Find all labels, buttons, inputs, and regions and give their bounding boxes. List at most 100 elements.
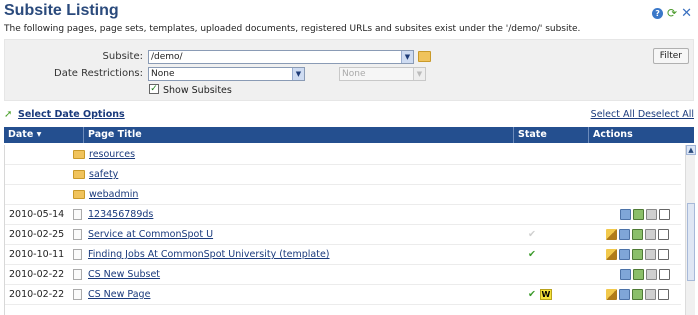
edit-pencil-icon[interactable]: [606, 229, 617, 240]
properties-icon[interactable]: [619, 289, 630, 300]
row-title-link[interactable]: CS New Subset: [88, 269, 160, 280]
properties-icon[interactable]: [619, 249, 630, 260]
date-restrictions-select[interactable]: None ▼: [148, 67, 305, 81]
table-row: 2010-02-25 Service at CommonSpot U ✔: [5, 225, 681, 245]
column-state[interactable]: State: [514, 127, 589, 143]
print-icon[interactable]: [645, 289, 656, 300]
properties-icon[interactable]: [620, 209, 631, 220]
title-cell: Finding Jobs At CommonSpot University (t…: [73, 245, 330, 265]
state-cell: ✔ W: [528, 285, 552, 305]
title-cell: safety: [73, 165, 118, 185]
help-icon[interactable]: ?: [652, 8, 664, 19]
table-row: 2010-02-22 CS New Page ✔ W: [5, 285, 681, 305]
close-icon[interactable]: ✕: [681, 7, 692, 20]
filter-button[interactable]: Filter: [652, 48, 689, 64]
filter-panel: Subsite: /demo/ ▼ Date Restrictions: Non…: [4, 39, 694, 101]
date-cell: 2010-02-22: [9, 289, 65, 300]
show-subsites-checkbox[interactable]: ✓: [149, 84, 159, 94]
subsite-select-value: /demo/: [151, 52, 183, 62]
row-select-checkbox[interactable]: [658, 289, 669, 300]
row-select-checkbox[interactable]: [659, 269, 670, 280]
row-title-link[interactable]: 123456789ds: [88, 209, 153, 220]
grid-header: Date ▾ Page Title State Actions: [4, 127, 694, 143]
date-secondary-value: None: [342, 69, 366, 79]
table-row: webadmin: [5, 185, 681, 205]
scroll-thumb[interactable]: [687, 203, 695, 281]
row-actions: [606, 289, 669, 300]
image-icon[interactable]: [632, 289, 643, 300]
row-title-link[interactable]: safety: [89, 169, 118, 180]
page-description: The following pages, page sets, template…: [4, 24, 581, 34]
column-page-title[interactable]: Page Title: [84, 127, 514, 143]
row-title-link[interactable]: Finding Jobs At CommonSpot University (t…: [88, 249, 330, 260]
workflow-badge[interactable]: W: [539, 289, 552, 300]
folder-icon: [73, 170, 85, 179]
image-icon[interactable]: [633, 269, 644, 280]
page-icon: [73, 249, 82, 260]
show-subsites-label: Show Subsites: [163, 85, 232, 96]
table-row: 2010-05-14 123456789ds: [5, 205, 681, 225]
chevron-down-icon: ▼: [413, 68, 425, 80]
scroll-up-icon[interactable]: ▲: [686, 145, 696, 155]
edit-pencil-icon[interactable]: [606, 289, 617, 300]
print-icon[interactable]: [646, 209, 657, 220]
select-links: Select All Deselect All: [591, 109, 694, 120]
column-date[interactable]: Date ▾: [4, 127, 84, 143]
row-actions: [620, 209, 670, 220]
chevron-down-icon: ▼: [401, 51, 413, 63]
date-options-icon: ➚: [4, 109, 13, 120]
chevron-down-icon: ▼: [292, 68, 304, 80]
sort-arrow-icon: ▾: [36, 129, 42, 140]
table-row: safety: [5, 165, 681, 185]
state-check-icon: ✔: [528, 289, 536, 300]
date-cell: 2010-02-22: [9, 269, 65, 280]
row-actions: [606, 249, 669, 260]
page-icon: [73, 229, 82, 240]
table-row: 2010-10-11 Finding Jobs At CommonSpot Un…: [5, 245, 681, 265]
pageset-icon: [73, 269, 82, 280]
print-icon[interactable]: [645, 249, 656, 260]
state-check-icon: ✔: [528, 229, 536, 240]
properties-icon[interactable]: [620, 269, 631, 280]
properties-icon[interactable]: [619, 229, 630, 240]
state-check-icon: ✔: [528, 249, 536, 260]
edit-pencil-icon[interactable]: [606, 249, 617, 260]
refresh-icon[interactable]: ⟳: [667, 7, 677, 19]
column-date-label: Date: [8, 129, 34, 140]
select-date-options-link[interactable]: Select Date Options: [18, 109, 125, 120]
row-title-link[interactable]: resources: [89, 149, 135, 160]
folder-icon: [73, 190, 85, 199]
listing-grid: resources safety webadmin 2010-05-14 123…: [4, 145, 696, 315]
row-title-link[interactable]: Service at CommonSpot U: [88, 229, 213, 240]
table-row: 2010-02-22 CS New Subset: [5, 265, 681, 285]
print-icon[interactable]: [646, 269, 657, 280]
row-select-checkbox[interactable]: [659, 209, 670, 220]
row-actions: [620, 269, 670, 280]
title-cell: resources: [73, 145, 135, 165]
page-icon: [73, 289, 82, 300]
select-all-link[interactable]: Select All: [591, 109, 635, 120]
row-title-link[interactable]: webadmin: [89, 189, 138, 200]
date-cell: 2010-05-14: [9, 209, 65, 220]
row-actions: [606, 229, 669, 240]
title-cell: CS New Subset: [73, 265, 160, 285]
browse-folder-icon[interactable]: [418, 51, 431, 62]
vertical-scrollbar[interactable]: ▲: [685, 145, 696, 315]
subsite-label: Subsite:: [102, 51, 143, 62]
row-select-checkbox[interactable]: [658, 249, 669, 260]
image-icon[interactable]: [633, 209, 644, 220]
print-icon[interactable]: [645, 229, 656, 240]
row-select-checkbox[interactable]: [658, 229, 669, 240]
image-icon[interactable]: [632, 229, 643, 240]
pageset-icon: [73, 209, 82, 220]
deselect-all-link[interactable]: Deselect All: [638, 109, 694, 120]
page-header: Subsite Listing The following pages, pag…: [4, 2, 694, 36]
row-title-link[interactable]: CS New Page: [88, 289, 150, 300]
title-cell: 123456789ds: [73, 205, 153, 225]
date-cell: 2010-02-25: [9, 229, 65, 240]
options-bar: ➚ Select Date Options Select All Deselec…: [4, 109, 694, 123]
date-restrictions-value: None: [151, 69, 175, 79]
title-cell: Service at CommonSpot U: [73, 225, 213, 245]
image-icon[interactable]: [632, 249, 643, 260]
subsite-select[interactable]: /demo/ ▼: [148, 50, 414, 64]
